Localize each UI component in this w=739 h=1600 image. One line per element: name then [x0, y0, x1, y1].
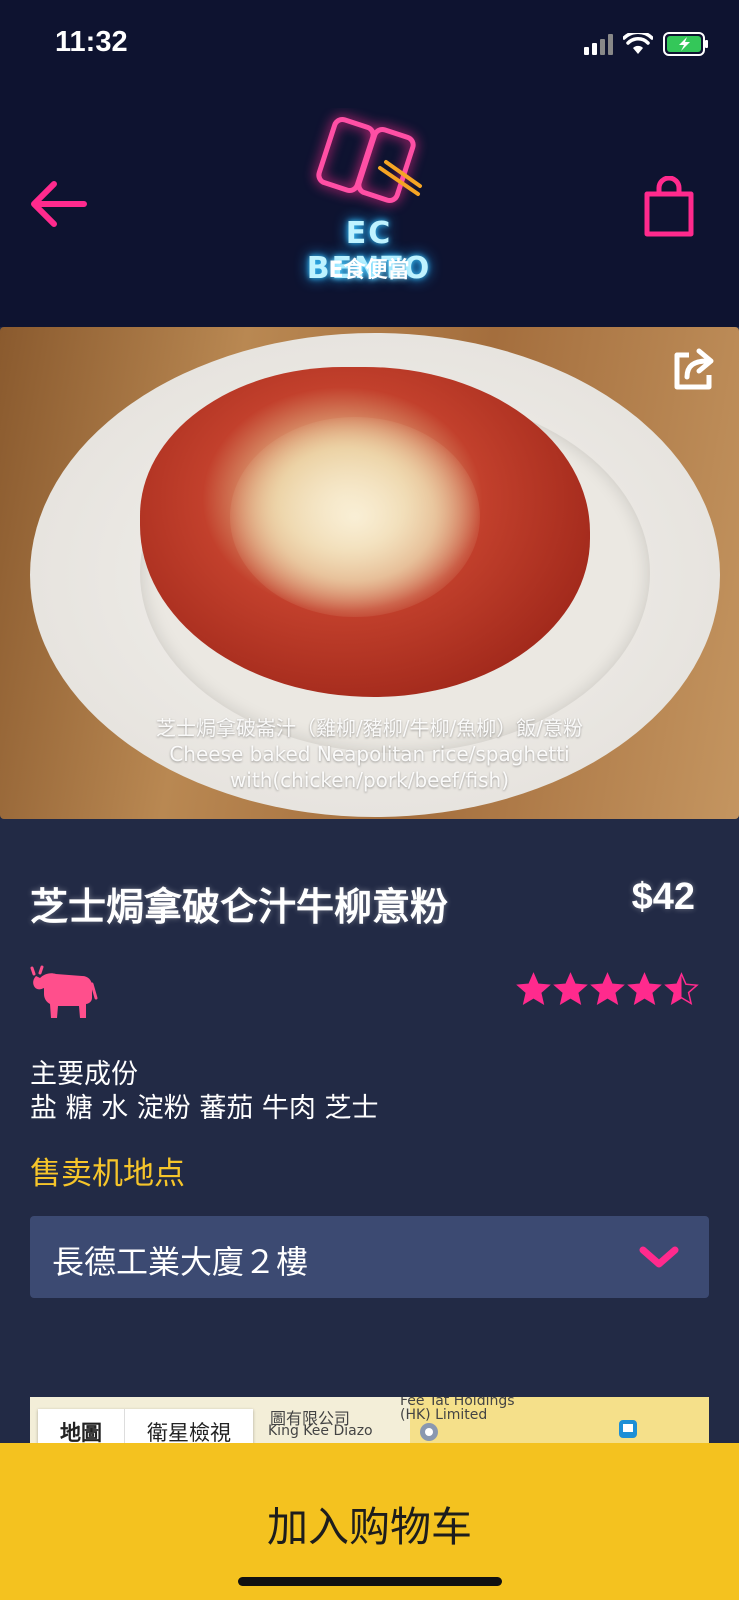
- product-title: 芝士焗拿破仑汁牛柳意粉: [30, 885, 449, 929]
- product-photo: 芝士焗拿破崙汁（雞柳/豬柳/牛柳/魚柳）飯/意粉 Cheese baked Ne…: [0, 327, 739, 819]
- battery-icon: [663, 32, 708, 56]
- app-header: 11:32 EC BENTO E食便當: [0, 0, 739, 327]
- status-icons: [584, 32, 709, 56]
- location-select[interactable]: 長德工業大廈２樓: [30, 1216, 709, 1298]
- product-price: $42: [631, 876, 695, 918]
- map-tab-map[interactable]: 地圖: [38, 1409, 125, 1443]
- signal-icon: [584, 33, 613, 55]
- location-map[interactable]: Fee Tat Holdings (HK) Limited King Kee D…: [30, 1397, 709, 1443]
- ingredients-list: 盐 糖 水 淀粉 蕃茄 牛肉 芝士: [30, 1093, 379, 1124]
- status-time: 11:32: [55, 26, 128, 58]
- chevron-down-icon: [639, 1246, 679, 1268]
- star-icon: [664, 972, 699, 1006]
- share-icon[interactable]: [669, 345, 717, 393]
- map-label: 圖有限公司: [270, 1409, 351, 1428]
- add-to-cart-label: 加入购物车: [267, 1503, 472, 1551]
- cow-icon: [30, 965, 98, 1018]
- caption-line: 芝士焗拿破崙汁（雞柳/豬柳/牛柳/魚柳）飯/意粉: [156, 716, 583, 740]
- star-icon: [553, 972, 588, 1006]
- location-select-value: 長德工業大廈２樓: [52, 1243, 309, 1281]
- cheese-topping: [230, 417, 480, 617]
- logo-subtitle: E食便當: [328, 258, 410, 283]
- map-pin-icon: [420, 1423, 438, 1441]
- star-icon: [627, 972, 662, 1006]
- map-tab-satellite[interactable]: 衛星檢視: [125, 1409, 253, 1443]
- wifi-icon: [623, 33, 653, 54]
- map-label: (HK) Limited: [400, 1407, 488, 1423]
- caption-line: Cheese baked Neapolitan rice/spaghetti: [169, 742, 570, 766]
- shopping-bag-icon[interactable]: [643, 176, 695, 238]
- location-label: 售卖机地点: [30, 1156, 185, 1192]
- star-rating: [516, 972, 699, 1007]
- add-to-cart-button[interactable]: 加入购物车: [0, 1443, 739, 1600]
- star-icon: [590, 972, 625, 1006]
- bento-phone-icon: [316, 117, 422, 203]
- back-arrow-icon[interactable]: [26, 172, 90, 236]
- star-icon: [516, 972, 551, 1006]
- app-logo: EC BENTO E食便當: [280, 108, 458, 286]
- caption-line: with(chicken/pork/beef/fish): [229, 768, 510, 792]
- map-type-tabs: 地圖 衛星檢視: [38, 1409, 253, 1443]
- bus-stop-icon: [619, 1420, 637, 1438]
- home-indicator: [238, 1577, 502, 1586]
- photo-caption: 芝士焗拿破崙汁（雞柳/豬柳/牛柳/魚柳）飯/意粉 Cheese baked Ne…: [0, 715, 739, 793]
